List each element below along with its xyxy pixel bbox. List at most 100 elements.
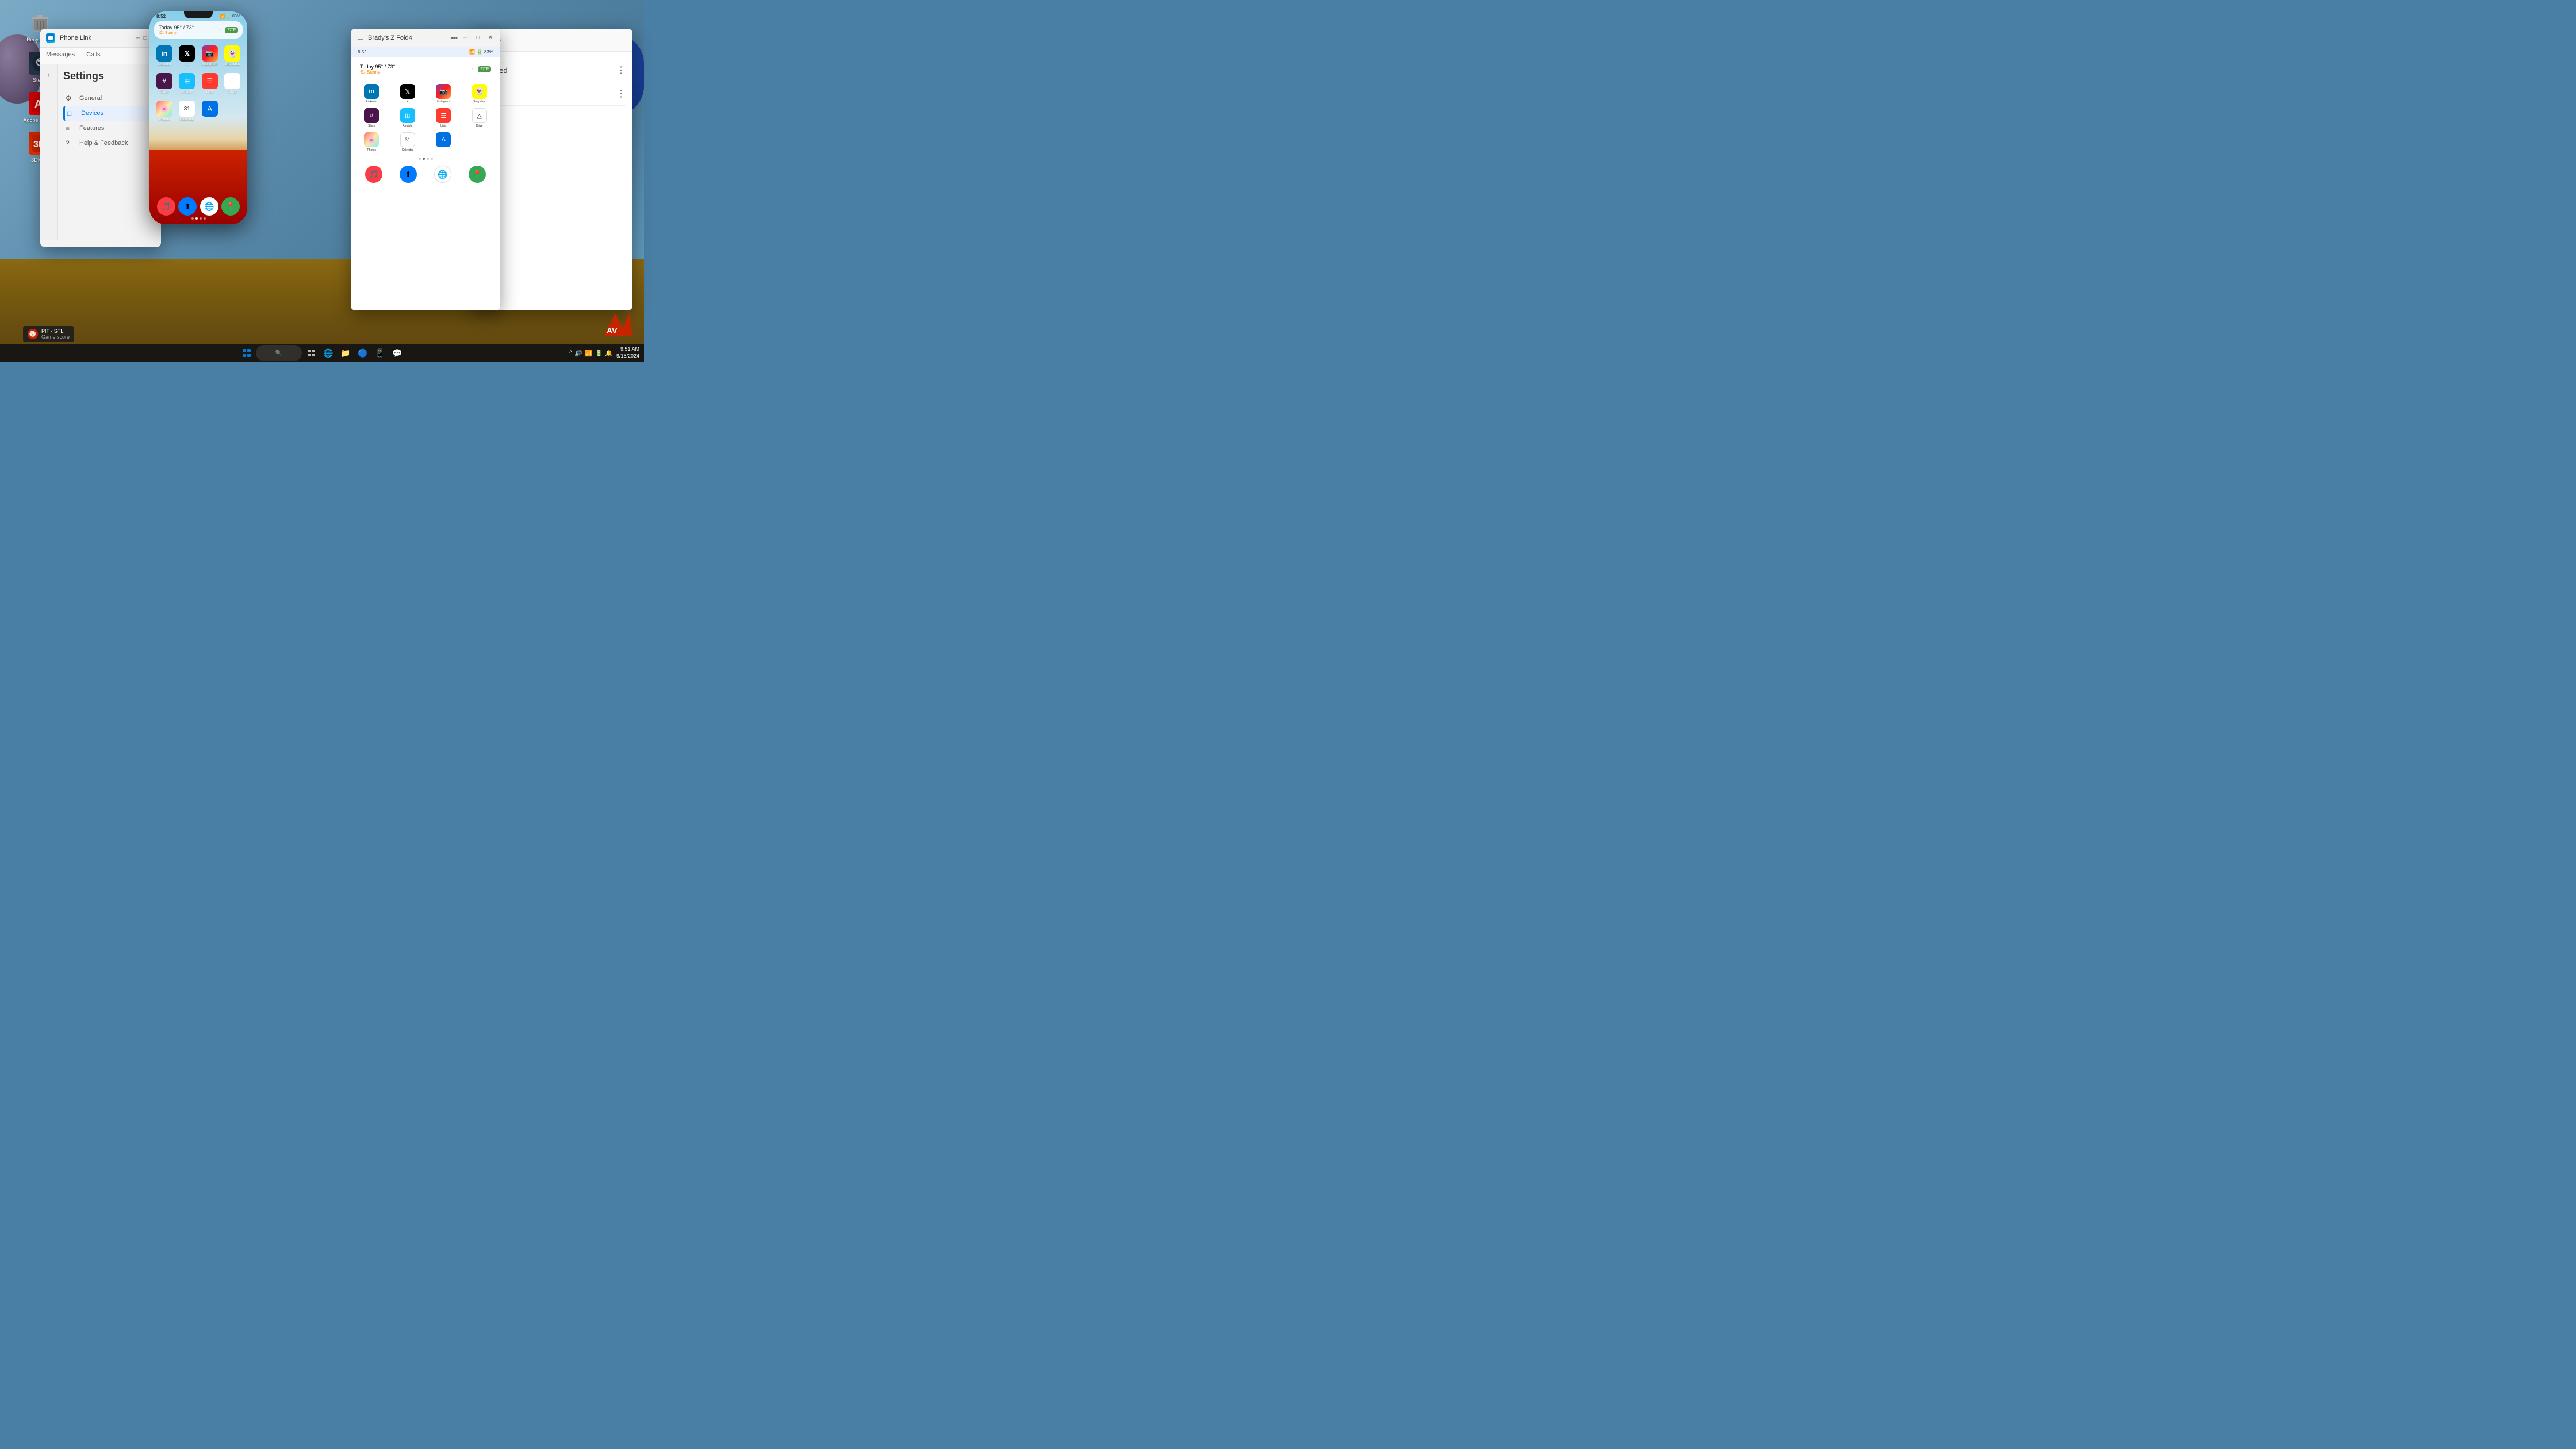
fold4-app-calendar[interactable]: 31 Calendar: [392, 132, 424, 152]
fold4-music-icon: 🎵: [369, 170, 378, 179]
fold4-app-grid-row1: in LinkedIn 𝕏 X 📷 Instagram: [351, 82, 500, 106]
selected-more-icon[interactable]: ⋮: [616, 64, 626, 76]
search-button[interactable]: 🔍: [256, 345, 302, 361]
snapchat-icon: 👻: [224, 45, 240, 62]
maximize-button[interactable]: □: [144, 35, 147, 41]
phone-app-x[interactable]: 𝕏 X: [178, 45, 197, 66]
start-button[interactable]: [239, 345, 255, 361]
fold4-weather-card: Today 95° / 73° 🌤 Sunny ⋮ 77°F: [355, 60, 496, 78]
back-button[interactable]: ←: [356, 33, 365, 43]
fold4-photos-icon: 🌸: [364, 132, 379, 147]
phone-app-lists[interactable]: ☰ Lists: [201, 73, 219, 94]
fold4-app-photos[interactable]: 🌸 Photos: [355, 132, 388, 152]
airtable-icon: ⊞: [179, 73, 195, 89]
phone-temp-badge: 77°F: [225, 27, 238, 33]
fold4-app-x[interactable]: 𝕏 X: [392, 84, 424, 103]
phone-app-appstore[interactable]: A: [201, 101, 219, 121]
slack-icon: #: [156, 73, 172, 89]
chevron-up-icon[interactable]: ^: [569, 350, 572, 356]
phone-app-linkedin[interactable]: in LinkedIn: [155, 45, 174, 66]
phone-app-calendar[interactable]: 31 Calendar: [178, 101, 197, 121]
fold4-linkedin-icon: in: [364, 84, 379, 99]
fold4-page-dots: [351, 154, 500, 163]
phone-dock-music[interactable]: 🎵: [157, 197, 175, 216]
fold4-dock-upload[interactable]: ⬆: [400, 166, 417, 183]
phone-dock-chrome[interactable]: 🌐: [200, 197, 218, 216]
chrome-icon: 🌐: [204, 202, 214, 212]
fold4-dot-1: [419, 158, 421, 160]
chrome-button[interactable]: 🔵: [355, 345, 371, 361]
fold4-time: 8:52: [358, 49, 367, 55]
taskbar: 🔍 🌐 📁 🔵 📱 💬: [0, 344, 644, 362]
phone-link-fold4-window: ← Brady's Z Fold4 ••• ─ □ ✕ 8:52 📶🔋83% T…: [351, 29, 500, 310]
taskbar-right: ^ 🔊 📶 🔋 🔔 9:51 AM 9/18/2024: [569, 346, 639, 359]
taskbar-clock[interactable]: 9:51 AM 9/18/2024: [616, 346, 639, 359]
fold4-weather-badges: ⋮ 77°F: [470, 66, 491, 72]
drive-icon: △: [224, 73, 240, 89]
fold4-app-airtable[interactable]: ⊞ Airtable: [392, 108, 424, 128]
fold4-app-snapchat[interactable]: 👻 Snapchat: [463, 84, 496, 103]
taskbar-center: 🔍 🌐 📁 🔵 📱 💬: [239, 345, 405, 361]
fold4-dock-chrome[interactable]: 🌐: [434, 166, 451, 183]
window-controls: ─ □ ✕: [461, 34, 494, 42]
settings-item-features[interactable]: ≡ Features: [63, 121, 155, 136]
wifi-icon[interactable]: 📶: [585, 350, 593, 357]
task-view-button[interactable]: [303, 345, 319, 361]
phone-app-empty: [224, 101, 242, 121]
fold4-more-icon[interactable]: ⋮: [470, 66, 476, 72]
phone-app-photos[interactable]: 🌸 Photos: [155, 101, 174, 121]
fold4-app-instagram[interactable]: 📷 Instagram: [427, 84, 460, 103]
phone-app-snapchat[interactable]: 👻 Snapchat: [224, 45, 242, 66]
phone-dock-upload[interactable]: ⬆: [178, 197, 197, 216]
fold4-chrome-icon: 🌐: [438, 170, 447, 179]
phone-time: 8:52: [156, 14, 166, 19]
phone-link-taskbar-button[interactable]: 📱: [372, 345, 388, 361]
fold4-drive-icon: △: [472, 108, 487, 123]
fold4-app-appstore[interactable]: A: [427, 132, 460, 152]
phone-dock-maps[interactable]: 📍: [221, 197, 240, 216]
minimize-button[interactable]: ─: [136, 35, 140, 41]
phone-app-airtable[interactable]: ⊞ Airtable: [178, 73, 197, 94]
file-explorer-button[interactable]: 📁: [338, 345, 354, 361]
fold4-app-slack[interactable]: # Slack: [355, 108, 388, 128]
fold4-minimize-button[interactable]: ─: [461, 34, 469, 42]
phone-weather-condition: 🌤 Sunny: [159, 30, 194, 35]
fold4-app-lists[interactable]: ☰ Lists: [427, 108, 460, 128]
phone-link-expand[interactable]: ›: [40, 64, 57, 240]
taskbar-time-display: 9:51 AM: [616, 346, 639, 353]
fold4-maximize-button[interactable]: □: [474, 34, 482, 42]
nav-calls[interactable]: Calls: [86, 51, 100, 60]
edge-button[interactable]: 🌐: [320, 345, 336, 361]
phone-link-sidebar: › Settings ⚙ General □ Devices ≡ Feature…: [40, 64, 161, 240]
phone-app-instagram[interactable]: 📷 Instagram: [201, 45, 219, 66]
teams-button[interactable]: 💬: [389, 345, 405, 361]
score-badge: ⚾ PIT - STL Game score: [23, 326, 74, 342]
more-options-icon[interactable]: •••: [450, 34, 458, 42]
calendar-label: Calendar: [180, 118, 194, 121]
settings-item-help[interactable]: ? Help & Feedback: [63, 136, 155, 151]
select-more-icon[interactable]: ⋮: [616, 88, 626, 99]
calendar-icon: 31: [179, 101, 195, 117]
score-info: PIT - STL Game score: [41, 328, 70, 340]
settings-item-devices[interactable]: □ Devices: [63, 106, 155, 121]
phone-app-drive[interactable]: △ Drive: [224, 73, 242, 94]
speaker-icon[interactable]: 🔊: [574, 350, 582, 357]
settings-item-general[interactable]: ⚙ General: [63, 91, 155, 106]
phone-weather-temp: Today 95° / 73°: [159, 25, 194, 30]
notification-bell-icon[interactable]: 🔔: [605, 350, 613, 357]
fold4-app-linkedin[interactable]: in LinkedIn: [355, 84, 388, 103]
fold4-dock-maps[interactable]: 📍: [469, 166, 486, 183]
weather-more-icon[interactable]: ⋮: [217, 27, 223, 33]
lists-icon: ☰: [202, 73, 218, 89]
panel-item-selected[interactable]: Selected ⋮: [478, 59, 626, 82]
fold4-dock-music[interactable]: 🎵: [365, 166, 382, 183]
score-sublabel: Game score: [41, 334, 70, 340]
panel-item-select[interactable]: Select ⋮: [478, 82, 626, 106]
fold4-app-drive[interactable]: △ Drive: [463, 108, 496, 128]
battery-icon[interactable]: 🔋: [595, 350, 603, 357]
fold4-status-icons: 📶🔋83%: [469, 49, 493, 55]
fold4-dot-4: [431, 158, 433, 160]
nav-messages[interactable]: Messages: [46, 51, 75, 60]
phone-app-slack[interactable]: # Slack: [155, 73, 174, 94]
fold4-close-button[interactable]: ✕: [486, 34, 494, 42]
